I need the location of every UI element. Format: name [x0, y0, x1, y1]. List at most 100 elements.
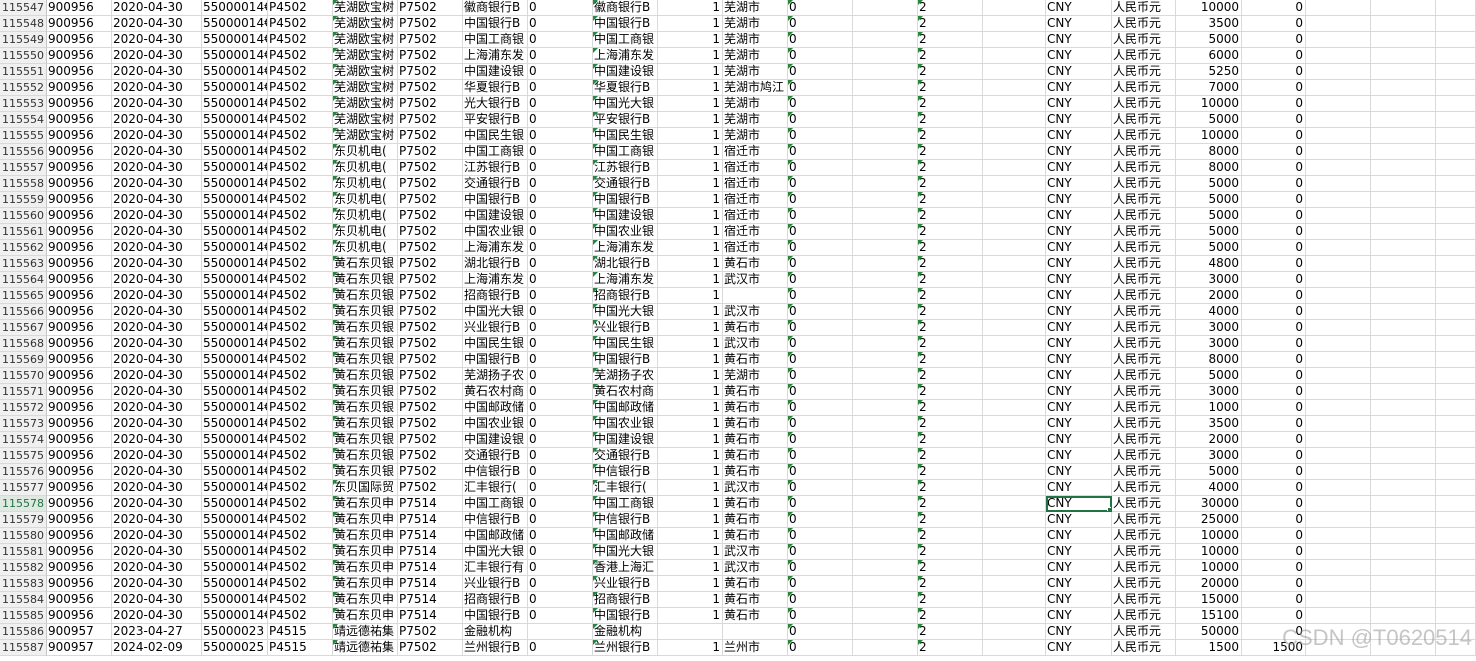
- cell[interactable]: 中国民生银: [463, 336, 528, 352]
- cell[interactable]: P4502: [268, 608, 333, 624]
- cell[interactable]: 人民币元: [1112, 80, 1176, 96]
- cell[interactable]: 宿迁市: [723, 192, 788, 208]
- cell[interactable]: 2: [918, 240, 983, 256]
- cell[interactable]: 900956: [47, 416, 112, 432]
- cell[interactable]: P7502: [398, 256, 463, 272]
- row-header[interactable]: 115557: [0, 160, 47, 176]
- cell[interactable]: 东贝机电(: [333, 240, 398, 256]
- cell[interactable]: 1: [658, 320, 723, 336]
- cell[interactable]: 55000014€: [202, 480, 268, 496]
- cell[interactable]: 55000014€: [202, 608, 268, 624]
- cell[interactable]: [1306, 464, 1371, 480]
- cell[interactable]: 0: [528, 0, 593, 16]
- cell[interactable]: 1: [658, 304, 723, 320]
- cell[interactable]: 900956: [47, 96, 112, 112]
- cell[interactable]: [983, 560, 1046, 576]
- cell[interactable]: 0: [528, 464, 593, 480]
- cell[interactable]: 黄石农村商: [593, 384, 658, 400]
- cell[interactable]: 中国民生银: [593, 128, 658, 144]
- cell[interactable]: CNY: [1046, 32, 1112, 48]
- row-header[interactable]: 115579: [0, 512, 47, 528]
- cell[interactable]: 人民币元: [1112, 416, 1176, 432]
- cell[interactable]: 0: [528, 80, 593, 96]
- cell[interactable]: [1306, 528, 1371, 544]
- cell[interactable]: 2020-04-30: [112, 528, 202, 544]
- cell[interactable]: 中国工商银: [593, 496, 658, 512]
- cell[interactable]: 人民币元: [1112, 496, 1176, 512]
- cell[interactable]: 人民币元: [1112, 592, 1176, 608]
- cell[interactable]: CNY: [1046, 416, 1112, 432]
- cell[interactable]: 人民币元: [1112, 640, 1176, 656]
- cell[interactable]: 中国农业银: [463, 416, 528, 432]
- row-header[interactable]: 115581: [0, 544, 47, 560]
- cell[interactable]: 0: [788, 528, 853, 544]
- cell[interactable]: 2: [918, 304, 983, 320]
- cell[interactable]: [983, 272, 1046, 288]
- cell[interactable]: [1306, 224, 1371, 240]
- cell[interactable]: 兴业银行B: [593, 320, 658, 336]
- cell[interactable]: 2: [918, 272, 983, 288]
- cell[interactable]: [1436, 32, 1476, 48]
- cell[interactable]: 2000: [1176, 288, 1242, 304]
- cell[interactable]: 55000014€: [202, 272, 268, 288]
- cell[interactable]: 900956: [47, 208, 112, 224]
- cell[interactable]: 900956: [47, 480, 112, 496]
- cell[interactable]: P7502: [398, 240, 463, 256]
- cell[interactable]: 900956: [47, 144, 112, 160]
- cell[interactable]: [853, 304, 918, 320]
- cell[interactable]: 4800: [1176, 256, 1242, 272]
- cell[interactable]: 东贝机电(: [333, 160, 398, 176]
- cell[interactable]: P7514: [398, 576, 463, 592]
- cell[interactable]: 1: [658, 240, 723, 256]
- row-header[interactable]: 115559: [0, 192, 47, 208]
- cell[interactable]: P7502: [398, 304, 463, 320]
- cell[interactable]: CNY: [1046, 192, 1112, 208]
- cell[interactable]: 东贝国际贸: [333, 480, 398, 496]
- cell[interactable]: 2020-04-30: [112, 576, 202, 592]
- cell[interactable]: 55000014€: [202, 368, 268, 384]
- cell[interactable]: 0: [1242, 80, 1306, 96]
- cell[interactable]: 2: [918, 512, 983, 528]
- cell[interactable]: [853, 320, 918, 336]
- cell[interactable]: [1306, 576, 1371, 592]
- cell[interactable]: 2: [918, 592, 983, 608]
- cell[interactable]: 黄石东贝银: [333, 400, 398, 416]
- cell[interactable]: 1: [658, 96, 723, 112]
- cell[interactable]: 10000: [1176, 544, 1242, 560]
- cell[interactable]: 中国光大银: [593, 304, 658, 320]
- cell[interactable]: [853, 464, 918, 480]
- cell[interactable]: 人民币元: [1112, 240, 1176, 256]
- cell[interactable]: P7502: [398, 176, 463, 192]
- cell[interactable]: [1436, 96, 1476, 112]
- row-header[interactable]: 115555: [0, 128, 47, 144]
- cell[interactable]: 2: [918, 224, 983, 240]
- cell[interactable]: 900956: [47, 224, 112, 240]
- cell[interactable]: P7502: [398, 320, 463, 336]
- cell[interactable]: 中国建设银: [593, 64, 658, 80]
- row-header[interactable]: 115571: [0, 384, 47, 400]
- cell[interactable]: 芜湖欧宝树: [333, 32, 398, 48]
- cell[interactable]: 900956: [47, 496, 112, 512]
- cell[interactable]: 黄石东贝银: [333, 368, 398, 384]
- cell[interactable]: [1371, 224, 1436, 240]
- cell[interactable]: 芜湖欧宝树: [333, 0, 398, 16]
- cell[interactable]: [853, 496, 918, 512]
- cell[interactable]: 3000: [1176, 448, 1242, 464]
- cell[interactable]: P4502: [268, 384, 333, 400]
- cell[interactable]: [1436, 448, 1476, 464]
- cell[interactable]: 900956: [47, 64, 112, 80]
- cell[interactable]: CNY: [1046, 304, 1112, 320]
- cell[interactable]: [853, 528, 918, 544]
- cell[interactable]: 55000014€: [202, 416, 268, 432]
- cell[interactable]: 0: [788, 464, 853, 480]
- cell[interactable]: [1306, 256, 1371, 272]
- cell[interactable]: P4502: [268, 128, 333, 144]
- cell[interactable]: 5000: [1176, 368, 1242, 384]
- cell[interactable]: 人民币元: [1112, 432, 1176, 448]
- cell[interactable]: 55000014€: [202, 432, 268, 448]
- cell[interactable]: 5000: [1176, 32, 1242, 48]
- cell[interactable]: 0: [528, 400, 593, 416]
- spreadsheet-grid[interactable]: 115547 900956 2020-04-30 55000014€ P4502 芜湖欧宝…: [0, 0, 1476, 661]
- cell[interactable]: [983, 416, 1046, 432]
- cell[interactable]: 2: [918, 336, 983, 352]
